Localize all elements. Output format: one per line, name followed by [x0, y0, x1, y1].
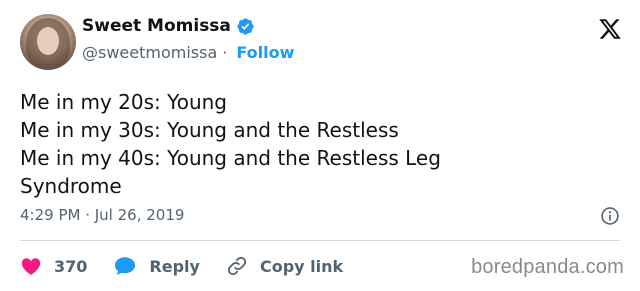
author-handle[interactable]: @sweetmomissa [82, 43, 217, 62]
reply-label: Reply [149, 256, 200, 276]
avatar-face [37, 27, 59, 55]
reply-button[interactable]: Reply [113, 255, 200, 277]
tweet-card: Sweet Momissa @sweetmomissa · Follow Me … [0, 0, 640, 291]
author-handle-row: @sweetmomissa · Follow [82, 43, 294, 62]
tweet-timestamp[interactable]: 4:29 PM · Jul 26, 2019 [20, 206, 184, 224]
info-icon[interactable] [600, 206, 620, 226]
action-bar: 370 Reply Copy link [20, 253, 369, 279]
heart-icon [21, 258, 41, 275]
divider [20, 240, 620, 241]
x-logo-icon[interactable] [598, 17, 622, 41]
author-name[interactable]: Sweet Momissa [82, 16, 231, 36]
like-count: 370 [54, 256, 88, 276]
author-name-row: Sweet Momissa [82, 16, 255, 36]
avatar[interactable] [20, 14, 76, 70]
separator-dot: · [222, 43, 228, 62]
watermark: boredpanda.com [471, 256, 624, 278]
like-button[interactable]: 370 [20, 255, 87, 277]
follow-button[interactable]: Follow [236, 43, 294, 62]
tweet-text: Me in my 20s: Young Me in my 30s: Young … [20, 90, 441, 198]
copy-link-button[interactable]: Copy link [226, 255, 343, 277]
verified-badge-icon [237, 17, 254, 35]
copy-link-label: Copy link [259, 256, 344, 276]
reply-bubble-icon [115, 257, 136, 275]
link-icon [227, 256, 247, 276]
